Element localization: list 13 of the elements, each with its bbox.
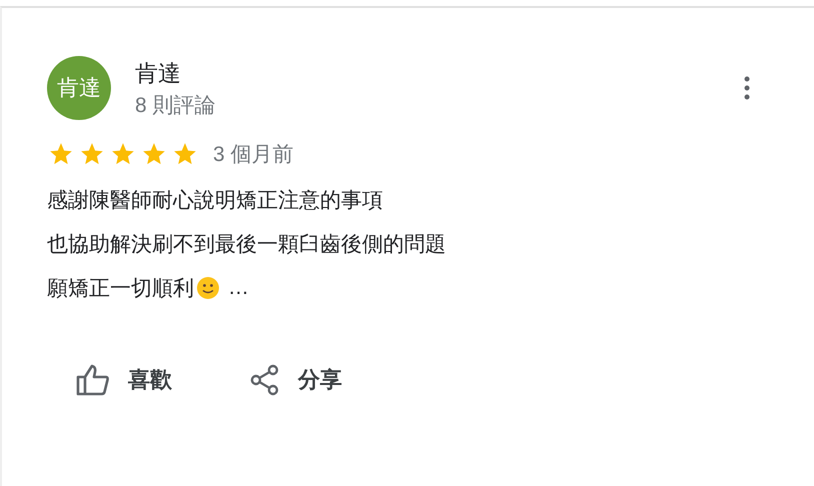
thumbs-up-icon — [76, 364, 110, 396]
smiley-icon — [196, 276, 220, 300]
like-button[interactable]: 喜歡 — [72, 360, 176, 400]
review-text: 願矯正一切順利 — [47, 276, 194, 302]
more-marker[interactable]: … — [228, 276, 249, 300]
review-time: 3 個月前 — [213, 142, 294, 168]
review-count: 8 則評論 — [135, 92, 216, 118]
share-icon — [250, 364, 280, 396]
review-text: 也協助解決刷不到最後一顆臼齒後側的問題 — [47, 232, 446, 258]
review-text: 感謝陳醫師耐心說明矯正注意的事項 — [47, 188, 383, 214]
avatar: 肯達 — [47, 56, 111, 120]
author-name[interactable]: 肯達 — [135, 58, 216, 88]
share-button[interactable]: 分享 — [246, 360, 346, 400]
